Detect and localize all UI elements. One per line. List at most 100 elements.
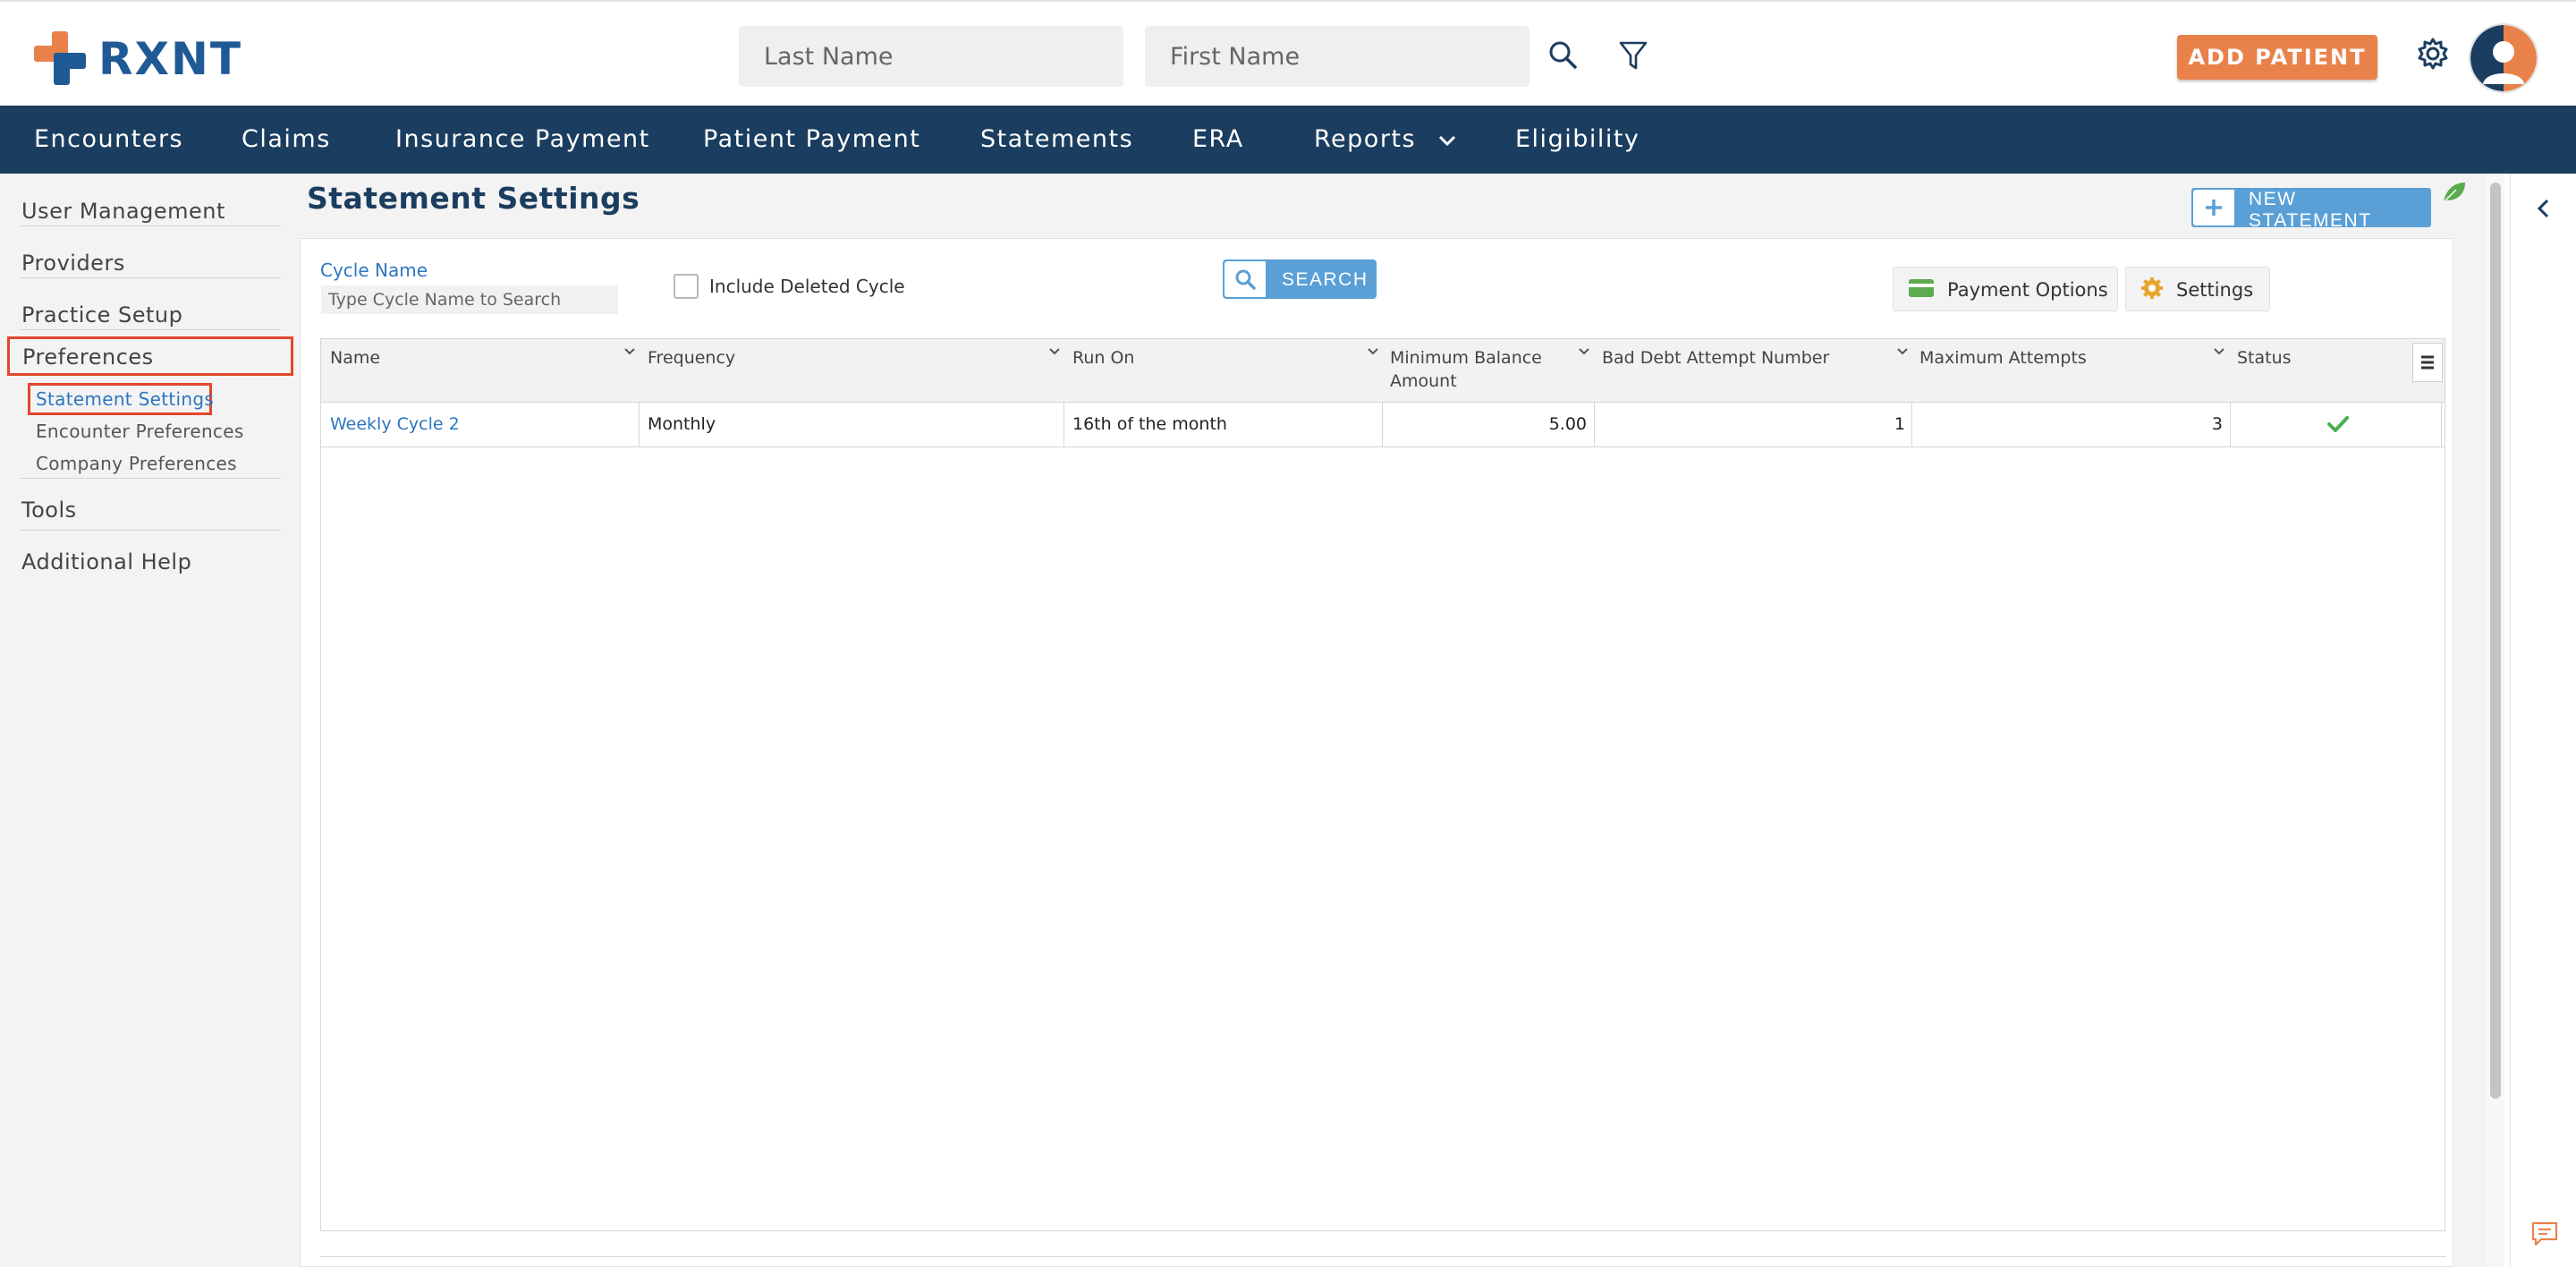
column-header-maximum-attempts[interactable]: Maximum Attempts (1919, 346, 2087, 370)
divider (20, 478, 281, 479)
column-divider (1382, 402, 1383, 446)
first-name-input[interactable] (1145, 26, 1530, 87)
nav-reports[interactable]: Reports (1314, 125, 1457, 153)
nav-patient-payment[interactable]: Patient Payment (703, 125, 920, 153)
payment-options-button[interactable]: Payment Options (1893, 267, 2118, 311)
main-nav: Encounters Claims Insurance Payment Pati… (0, 106, 2576, 174)
search-icon (1224, 261, 1266, 297)
column-header-frequency[interactable]: Frequency (648, 346, 735, 370)
top-header: RXNT ADD PATIENT (0, 0, 2576, 106)
brand-name: RXNT (98, 33, 243, 85)
nav-insurance-payment[interactable]: Insurance Payment (395, 125, 650, 153)
sidebar-subitem-statement-settings[interactable]: Statement Settings (36, 388, 214, 410)
sidebar-subitem-encounter-preferences[interactable]: Encounter Preferences (36, 421, 244, 442)
nav-claims[interactable]: Claims (242, 125, 331, 153)
vertical-scrollbar[interactable] (2487, 174, 2504, 1267)
page-title: Statement Settings (307, 181, 640, 216)
sidebar: User Management Providers Practice Setup… (0, 174, 301, 1267)
column-divider (639, 402, 640, 446)
table-row[interactable]: Weekly Cycle 2 Monthly 16th of the month… (321, 402, 2445, 447)
divider (20, 277, 281, 278)
cycle-name-label: Cycle Name (320, 259, 428, 281)
settings-button[interactable]: Settings (2125, 267, 2270, 311)
sidebar-item-label: Additional Help (21, 549, 192, 574)
sidebar-item-label: User Management (21, 199, 225, 224)
cycle-name-input[interactable] (321, 285, 618, 314)
column-header-status[interactable]: Status (2237, 346, 2292, 370)
chevron-down-icon[interactable] (1366, 344, 1380, 359)
sidebar-item-label: Tools (21, 497, 77, 523)
right-rail (2510, 174, 2576, 1267)
nav-reports-label: Reports (1314, 125, 1417, 153)
cell-name[interactable]: Weekly Cycle 2 (330, 414, 460, 434)
new-statement-button[interactable]: NEW STATEMENT (2191, 188, 2431, 231)
search-icon[interactable] (1546, 38, 1581, 73)
sidebar-item-preferences[interactable]: Preferences (7, 336, 293, 376)
sidebar-item-label: Practice Setup (21, 302, 183, 327)
credit-card-icon (1909, 279, 1934, 297)
nav-encounters[interactable]: Encounters (34, 125, 183, 153)
sidebar-item-additional-help[interactable]: Additional Help (0, 537, 281, 587)
logo-cross-icon (34, 31, 89, 87)
gear-icon (2141, 277, 2163, 299)
sidebar-item-tools[interactable]: Tools (0, 485, 281, 535)
payment-options-label: Payment Options (1947, 279, 2108, 301)
column-header-bad-debt-attempt[interactable]: Bad Debt Attempt Number (1602, 346, 1829, 370)
chevron-down-icon[interactable] (2212, 344, 2226, 359)
column-header-run-on[interactable]: Run On (1072, 346, 1134, 370)
divider (20, 329, 281, 330)
cell-frequency: Monthly (648, 414, 716, 434)
add-patient-button[interactable]: ADD PATIENT (2177, 35, 2377, 80)
column-header-name[interactable]: Name (330, 346, 380, 370)
grid-footer-line (320, 1256, 2445, 1257)
chat-icon[interactable] (2530, 1220, 2559, 1247)
last-name-input[interactable] (739, 26, 1123, 87)
cell-bad-debt-attempt: 1 (1894, 414, 1905, 434)
divider (20, 225, 281, 226)
chevron-down-icon[interactable] (1047, 344, 1062, 359)
nav-eligibility[interactable]: Eligibility (1515, 125, 1640, 153)
search-button[interactable]: SEARCH (1223, 259, 1377, 299)
include-deleted-label: Include Deleted Cycle (709, 276, 905, 297)
status-check-icon (2325, 411, 2351, 441)
nav-statements[interactable]: Statements (980, 125, 1133, 153)
sidebar-item-providers[interactable]: Providers (0, 238, 281, 288)
filter-icon[interactable] (1615, 38, 1651, 73)
sidebar-item-label: Preferences (22, 344, 154, 370)
sidebar-subitem-company-preferences[interactable]: Company Preferences (36, 453, 237, 474)
column-menu-button[interactable] (2412, 343, 2443, 382)
sidebar-item-user-management[interactable]: User Management (0, 186, 281, 236)
cell-run-on: 16th of the month (1072, 414, 1227, 434)
column-divider (2441, 402, 2442, 446)
new-statement-label: NEW STATEMENT (2249, 189, 2372, 231)
leaf-icon (2440, 179, 2467, 206)
nav-era[interactable]: ERA (1192, 125, 1244, 153)
statement-cycles-grid: Name Frequency Run On Minimum Balance Am… (320, 338, 2445, 1231)
chevron-left-icon[interactable] (2532, 197, 2555, 220)
divider (20, 530, 281, 531)
rxnt-logo[interactable]: RXNT (34, 30, 242, 88)
include-deleted-checkbox[interactable] (674, 274, 699, 299)
column-header-minimum-balance[interactable]: Minimum Balance Amount (1390, 346, 1542, 393)
sidebar-item-practice-setup[interactable]: Practice Setup (0, 290, 281, 340)
sidebar-item-label: Providers (21, 251, 125, 276)
scrollbar-thumb[interactable] (2490, 183, 2501, 1099)
column-header-line: Minimum Balance (1390, 348, 1542, 368)
chevron-down-icon[interactable] (1577, 344, 1591, 359)
settings-label: Settings (2176, 279, 2254, 301)
column-divider (1594, 402, 1595, 446)
chevron-down-icon (1439, 135, 1456, 146)
column-divider (2230, 402, 2231, 446)
column-header-line: Amount (1390, 371, 1457, 391)
cell-maximum-attempts: 3 (2211, 414, 2223, 434)
column-divider (1063, 402, 1064, 446)
cell-minimum-balance: 5.00 (1548, 414, 1587, 434)
grid-header: Name Frequency Run On Minimum Balance Am… (321, 339, 2445, 403)
plus-icon (2193, 190, 2234, 225)
column-divider (1911, 402, 1912, 446)
gear-icon[interactable] (2415, 36, 2451, 72)
chevron-down-icon[interactable] (1895, 344, 1910, 359)
user-avatar[interactable] (2469, 23, 2538, 93)
hamburger-menu-icon (2421, 355, 2434, 370)
chevron-down-icon[interactable] (623, 344, 637, 359)
